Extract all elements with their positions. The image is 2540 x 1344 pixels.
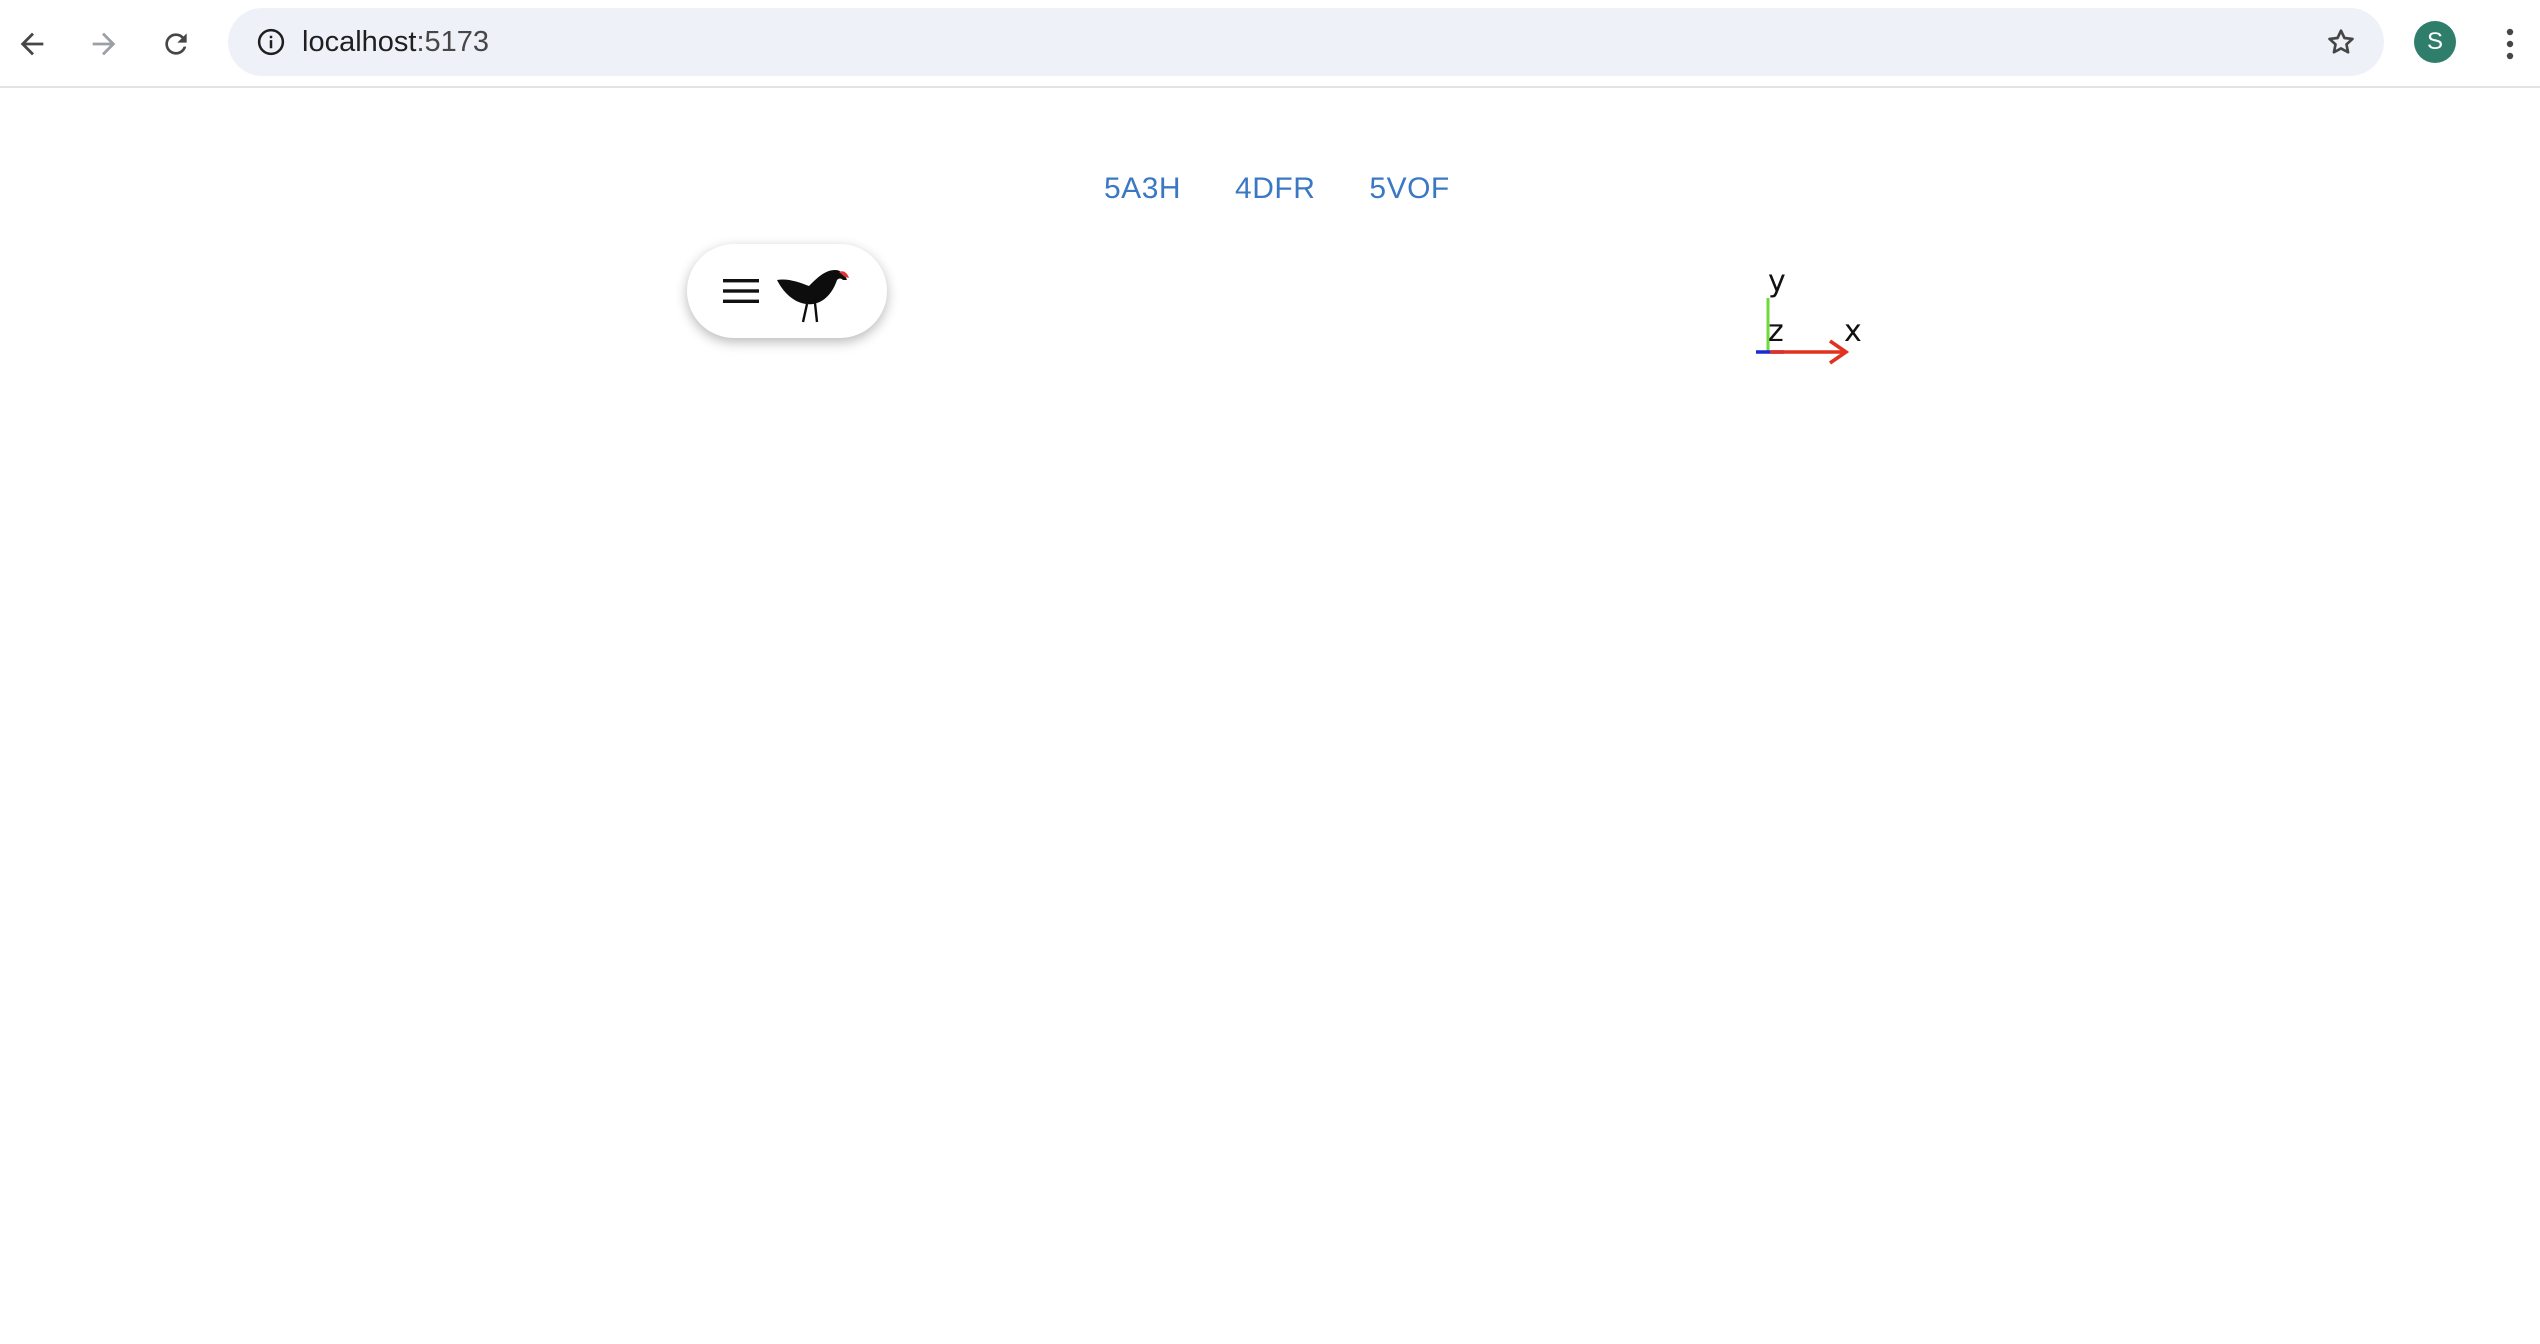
address-bar[interactable]: localhost:5173 <box>228 8 2384 76</box>
hamburger-menu-icon[interactable] <box>721 273 761 309</box>
forward-button[interactable] <box>74 14 134 74</box>
kebab-menu-icon <box>2506 28 2514 60</box>
structure-link-4dfr[interactable]: 4DFR <box>1235 172 1315 206</box>
reload-button[interactable] <box>146 14 206 74</box>
url-host: localhost <box>302 26 417 58</box>
y-axis-label: y <box>1768 264 1786 299</box>
star-icon <box>2328 29 2354 54</box>
site-info-button[interactable] <box>246 17 296 67</box>
url-text[interactable]: localhost:5173 <box>302 8 489 76</box>
profile-avatar[interactable]: S <box>2414 21 2456 63</box>
axes-gizmo: y z x <box>1740 264 1880 380</box>
z-axis-label: z <box>1768 314 1784 349</box>
structure-links: 5A3H 4DFR 5VOF <box>1104 172 1450 206</box>
url-port: :5173 <box>416 26 490 58</box>
reload-icon <box>165 33 187 55</box>
arrow-right-icon <box>92 32 116 56</box>
app-viewport[interactable]: 5A3H 4DFR 5VOF y z x <box>0 90 2540 1344</box>
app-menu-pill <box>687 244 887 338</box>
bookmark-button[interactable] <box>2316 17 2366 67</box>
structure-link-5vof[interactable]: 5VOF <box>1369 172 1449 206</box>
back-button[interactable] <box>2 14 62 74</box>
bird-logo-icon <box>777 270 849 323</box>
browser-toolbar: localhost:5173 S <box>0 0 2540 88</box>
info-circle-icon <box>257 28 285 56</box>
arrow-left-icon <box>20 32 44 56</box>
structure-link-5a3h[interactable]: 5A3H <box>1104 172 1181 206</box>
x-axis-label: x <box>1844 314 1862 349</box>
browser-menu-button[interactable] <box>2480 14 2540 74</box>
